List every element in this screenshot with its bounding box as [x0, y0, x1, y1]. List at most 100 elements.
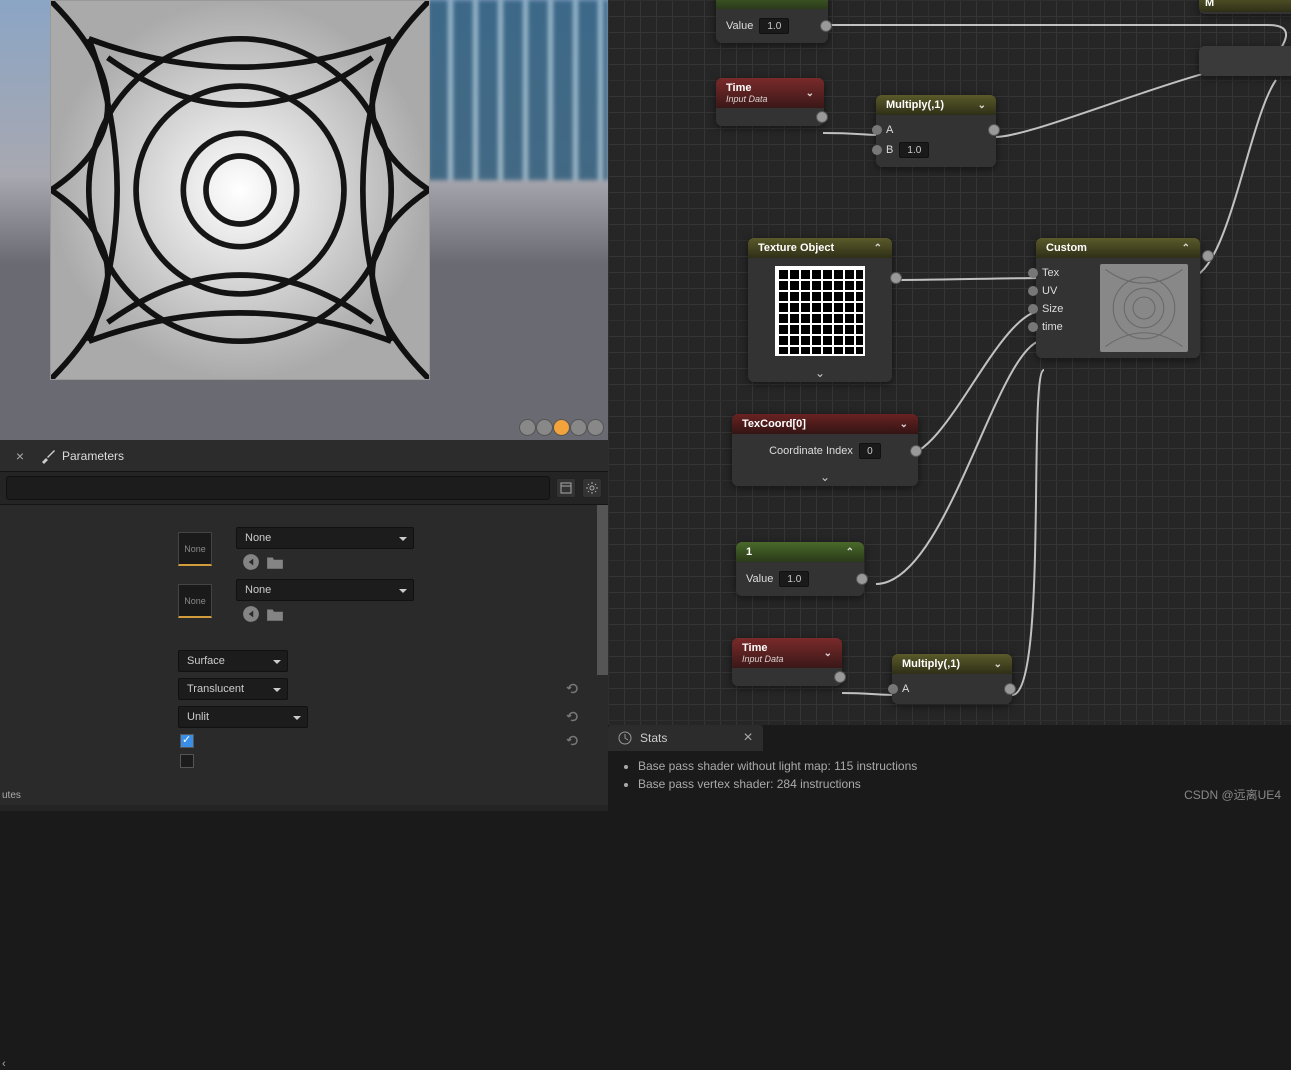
chevron-up-icon[interactable]: ⌃	[1182, 243, 1190, 254]
browse-icon[interactable]	[266, 553, 284, 571]
output-pin[interactable]	[890, 272, 902, 284]
output-pin[interactable]	[910, 445, 922, 457]
use-selected-icon[interactable]	[242, 605, 260, 623]
chevron-up-icon[interactable]: ⌃	[846, 547, 854, 558]
coord-input[interactable]	[859, 443, 881, 459]
custom-node[interactable]: Custom⌃ Tex UV Size time	[1036, 238, 1200, 358]
input-pin-a[interactable]	[872, 125, 882, 135]
two-sided-checkbox[interactable]	[180, 734, 194, 748]
parameters-tab[interactable]: × Parameters	[0, 440, 608, 472]
preview-sphere-button[interactable]	[536, 419, 553, 436]
chevron-up-icon[interactable]: ⌃	[810, 0, 818, 5]
preview-plane-button[interactable]	[553, 419, 570, 436]
chevron-down-icon[interactable]: ⌄	[732, 468, 918, 486]
stats-icon	[618, 731, 632, 745]
output-pin[interactable]	[834, 671, 846, 683]
input-pin-b[interactable]	[872, 145, 882, 155]
search-input[interactable]	[6, 476, 550, 500]
value-input[interactable]	[759, 18, 789, 34]
output-pin[interactable]	[1202, 250, 1214, 262]
time-node-2[interactable]: TimeInput Data⌄	[732, 638, 842, 686]
node-header[interactable]: TimeInput Data⌄	[732, 638, 842, 668]
node-header[interactable]: ⌃	[716, 0, 828, 9]
input-pin-a[interactable]	[888, 684, 898, 694]
truncated-label: ‹	[2, 1058, 6, 1070]
pin-label: Size	[1042, 303, 1063, 315]
multiply-node-1[interactable]: Multiply(,1)⌄ A B	[876, 95, 996, 167]
texture-object-node[interactable]: Texture Object⌃ ⌄	[748, 238, 892, 382]
checkbox-2[interactable]	[180, 754, 194, 768]
chevron-down-icon[interactable]: ⌄	[748, 364, 892, 382]
reset-icon[interactable]	[566, 710, 580, 724]
parameters-tab-label: Parameters	[62, 449, 124, 463]
time-node-1[interactable]: TimeInput Data⌄	[716, 78, 824, 126]
node-header[interactable]: Texture Object⌃	[748, 238, 892, 258]
close-icon[interactable]: ×	[0, 448, 40, 464]
parameters-body[interactable]: None None None None Surface	[0, 505, 608, 805]
constant-node-1[interactable]: 1⌃ Value	[736, 542, 864, 596]
node-header[interactable]: Multiply(,1) ⌄	[892, 654, 1012, 674]
input-pin-tex[interactable]	[1028, 268, 1038, 278]
stats-tab-label: Stats	[640, 731, 667, 745]
reset-icon[interactable]	[566, 734, 580, 748]
chevron-down-icon[interactable]: ⌄	[900, 419, 908, 430]
parameters-panel: × Parameters None None None None	[0, 440, 608, 811]
value-input[interactable]	[899, 142, 929, 158]
node-header[interactable]: 1⌃	[736, 542, 864, 562]
node-title: TexCoord[0]	[742, 418, 806, 430]
coord-label: Coordinate Index	[769, 445, 853, 457]
node-header[interactable]: Multiply(,1)⌄	[876, 95, 996, 115]
input-pin-uv[interactable]	[1028, 286, 1038, 296]
scrollbar[interactable]	[597, 505, 608, 675]
texture-thumb-1[interactable]: None	[178, 532, 212, 566]
output-pin[interactable]	[1004, 683, 1016, 695]
value-label: Value	[726, 20, 753, 32]
texture-dropdown-2[interactable]: None	[236, 579, 414, 601]
edge-node-top[interactable]: M	[1199, 0, 1291, 14]
watermark: CSDN @远离UE4	[1184, 786, 1281, 803]
chevron-down-icon[interactable]: ⌄	[994, 659, 1002, 670]
edge-node-2[interactable]	[1199, 46, 1291, 76]
close-icon[interactable]: ×	[743, 729, 752, 747]
chevron-down-icon[interactable]: ⌄	[824, 648, 832, 659]
input-pin-size[interactable]	[1028, 304, 1038, 314]
multiply-node-2[interactable]: Multiply(,1)⌄ A	[892, 654, 1012, 704]
preview-cylinder-button[interactable]	[519, 419, 536, 436]
custom-preview	[1100, 264, 1188, 352]
use-selected-icon[interactable]	[242, 553, 260, 571]
constant-node-top[interactable]: ⌃ Value	[716, 0, 828, 43]
browse-icon[interactable]	[266, 605, 284, 623]
material-domain-dropdown[interactable]: Surface	[178, 650, 288, 672]
material-preview-viewport[interactable]	[0, 0, 608, 440]
stats-tab[interactable]: Stats ×	[608, 725, 763, 751]
background-building	[428, 0, 608, 180]
node-title: Time	[742, 642, 784, 654]
view-options-button[interactable]	[556, 478, 576, 498]
input-pin-time[interactable]	[1028, 322, 1038, 332]
value-label: Value	[746, 573, 773, 585]
texture-dropdown-1[interactable]: None	[236, 527, 414, 549]
shading-model-dropdown[interactable]: Unlit	[178, 706, 308, 728]
chevron-down-icon[interactable]: ⌄	[978, 100, 986, 111]
texcoord-node[interactable]: TexCoord[0] ⌄ Coordinate Index ⌄	[732, 414, 918, 486]
preview-cube-button[interactable]	[570, 419, 587, 436]
texture-thumb-2[interactable]: None	[178, 584, 212, 618]
node-header[interactable]: Custom⌃	[1036, 238, 1200, 258]
output-pin[interactable]	[816, 111, 828, 123]
node-header[interactable]: TexCoord[0] ⌄	[732, 414, 918, 434]
material-graph[interactable]: ⌃ Value TimeInput Data⌄ Multiply(,1)⌄ A …	[608, 0, 1291, 725]
output-pin[interactable]	[856, 573, 868, 585]
output-pin[interactable]	[988, 124, 1000, 136]
pin-label: time	[1042, 321, 1063, 333]
blend-mode-dropdown[interactable]: Translucent	[178, 678, 288, 700]
settings-button[interactable]	[582, 478, 602, 498]
stats-line: Base pass shader without light map: 115 …	[638, 759, 1261, 773]
chevron-up-icon[interactable]: ⌃	[874, 243, 882, 254]
node-title: Multiply(,1)	[902, 658, 960, 670]
reset-icon[interactable]	[566, 682, 580, 696]
preview-mesh-button[interactable]	[587, 419, 604, 436]
value-input[interactable]	[779, 571, 809, 587]
output-pin[interactable]	[820, 20, 832, 32]
node-header[interactable]: TimeInput Data⌄	[716, 78, 824, 108]
chevron-down-icon[interactable]: ⌄	[806, 88, 814, 99]
